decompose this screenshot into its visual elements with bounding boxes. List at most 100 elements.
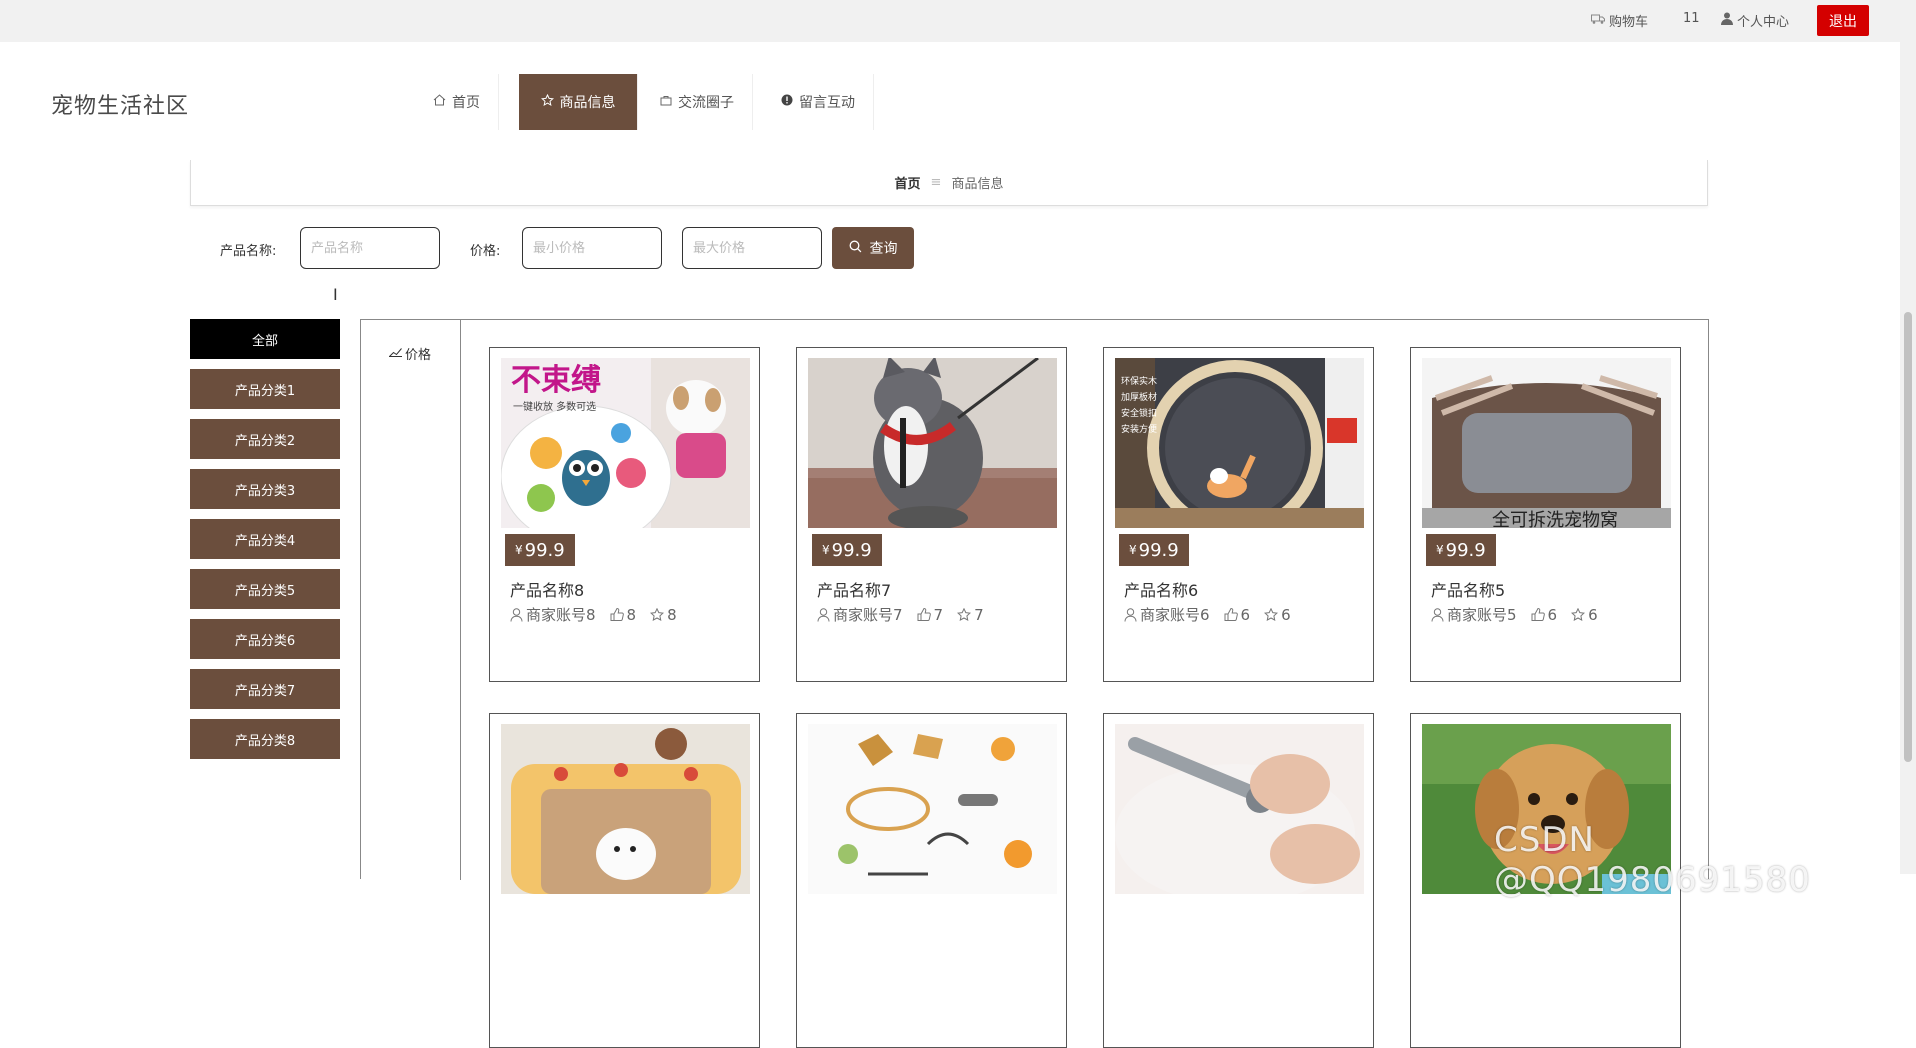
- star-icon: [540, 93, 554, 111]
- price-tag: ¥99.9: [812, 534, 882, 566]
- user-outline-icon: [1431, 607, 1444, 622]
- pet-bed-photo: 全可拆洗宠物窝: [1422, 358, 1671, 528]
- scrollbar-thumb[interactable]: [1904, 312, 1912, 762]
- product-meta: 商家账号6 6 6: [1124, 604, 1291, 625]
- seller: 商家账号6: [1124, 604, 1210, 625]
- product-name[interactable]: 产品名称6: [1124, 577, 1198, 601]
- nav-messages[interactable]: 留言互动: [763, 74, 874, 130]
- nav-home-label: 首页: [452, 95, 480, 111]
- favorites[interactable]: 7: [957, 606, 984, 624]
- price-value: 99.9: [1138, 539, 1179, 561]
- cart-link[interactable]: 购物车: [1591, 11, 1648, 30]
- likes[interactable]: 6: [1224, 606, 1250, 624]
- product-card[interactable]: [489, 713, 760, 1048]
- nav-products[interactable]: 商品信息: [519, 74, 638, 130]
- product-card[interactable]: 不束缚 一键收放 多数可选 ¥99.9 产品名称8 商家账号8 8 8: [489, 347, 760, 682]
- profile-link[interactable]: 个人中心: [1721, 11, 1789, 30]
- query-button[interactable]: 查询: [832, 227, 914, 269]
- product-meta: 商家账号7 7 7: [817, 604, 984, 625]
- favs-count: 6: [1281, 605, 1291, 624]
- profile-label: 个人中心: [1737, 15, 1790, 30]
- favs-count: 6: [1588, 605, 1598, 624]
- category-item[interactable]: 产品分类3: [190, 469, 340, 509]
- favorites[interactable]: 6: [1571, 606, 1598, 624]
- top-bar: 购物车 11 个人中心 退出: [0, 0, 1916, 42]
- likes[interactable]: 7: [917, 606, 943, 624]
- svg-text:加厚板材: 加厚板材: [1121, 391, 1157, 403]
- truck-icon: [1591, 13, 1605, 29]
- svg-text:安装方便: 安装方便: [1121, 423, 1157, 435]
- nav-community-label: 交流圈子: [678, 95, 734, 111]
- product-list-panel: 价格 不束缚 一键收放 多数可选 ¥ 99.9 产品名称8 商家账号8 8 8 …: [360, 319, 1709, 1048]
- thumbs-up-icon: [610, 608, 624, 621]
- category-item[interactable]: 产品分类1: [190, 369, 340, 409]
- min-price-input[interactable]: [522, 227, 662, 269]
- product-card[interactable]: [1103, 713, 1374, 1048]
- sort-label: 价格: [405, 348, 432, 363]
- product-name[interactable]: 产品名称7: [817, 577, 891, 601]
- currency-symbol: ¥: [1436, 543, 1444, 557]
- breadcrumb-home[interactable]: 首页: [895, 173, 921, 192]
- watermark: CSDN @QQ1980691580: [1494, 820, 1811, 900]
- product-card[interactable]: ¥99.9 产品名称7 商家账号7 7 7: [796, 347, 1067, 682]
- nav-products-label: 商品信息: [559, 95, 616, 111]
- user-outline-icon: [510, 607, 523, 622]
- favorites[interactable]: 6: [1264, 606, 1291, 624]
- retractable-leash-photo: 不束缚 一键收放 多数可选: [501, 358, 750, 528]
- thumbs-up-icon: [917, 608, 931, 621]
- likes-count: 6: [1547, 605, 1558, 624]
- nav-community[interactable]: 交流圈子: [642, 74, 753, 130]
- price-value: 99.9: [1445, 539, 1486, 561]
- price-tag: ¥99.9: [1119, 534, 1189, 566]
- currency-symbol: ¥: [515, 543, 523, 557]
- category-item[interactable]: 产品分类2: [190, 419, 340, 459]
- product-card[interactable]: 环保实木 加厚板材 安全锁扣 安装方便 ¥99.9 产品名称6 商家账号6 6 …: [1103, 347, 1374, 682]
- leash-sub-text: 一键收放 多数可选: [513, 400, 596, 413]
- thumbs-up-icon: [1531, 608, 1545, 621]
- seller-name: 商家账号7: [833, 606, 903, 624]
- info-icon: [781, 94, 793, 110]
- favorites[interactable]: 8: [650, 606, 677, 624]
- breadcrumb: 首页 ≡ 商品信息: [190, 160, 1708, 206]
- max-price-input[interactable]: [682, 227, 822, 269]
- category-item[interactable]: 产品分类8: [190, 719, 340, 759]
- seller: 商家账号5: [1431, 604, 1517, 625]
- favs-count: 7: [974, 605, 984, 624]
- price-tag: ¥99.9: [1426, 534, 1496, 566]
- likes[interactable]: 8: [610, 606, 636, 624]
- nav-home[interactable]: 首页: [415, 74, 499, 130]
- product-name-input[interactable]: [300, 227, 440, 269]
- product-card[interactable]: [796, 713, 1067, 1048]
- seller: 商家账号7: [817, 604, 903, 625]
- svg-text:环保实木: 环保实木: [1121, 375, 1157, 387]
- currency-symbol: ¥: [1129, 543, 1137, 557]
- category-all[interactable]: 全部: [190, 319, 340, 359]
- search-form: 产品名称: 价格: 查询: [0, 227, 1916, 269]
- category-item[interactable]: 产品分类7: [190, 669, 340, 709]
- product-card[interactable]: 全可拆洗宠物窝 ¥99.9 产品名称5 商家账号5 6 6: [1410, 347, 1681, 682]
- product-name[interactable]: 产品名称8: [510, 577, 584, 601]
- category-item[interactable]: 产品分类4: [190, 519, 340, 559]
- text-cursor-icon: I: [333, 285, 338, 304]
- star-outline-icon: [1571, 608, 1586, 621]
- category-item[interactable]: 产品分类5: [190, 569, 340, 609]
- product-meta: 商家账号5 6 6: [1431, 604, 1598, 625]
- logout-button[interactable]: 退出: [1817, 5, 1869, 36]
- query-label: 查询: [869, 241, 898, 257]
- star-outline-icon: [957, 608, 972, 621]
- cart-count: 11: [1683, 11, 1700, 26]
- likes[interactable]: 6: [1531, 605, 1558, 624]
- cart-label: 购物车: [1609, 15, 1649, 30]
- star-outline-icon: [1264, 608, 1279, 621]
- bag-icon: [660, 94, 672, 110]
- nav-messages-label: 留言互动: [799, 95, 855, 111]
- price-tag: ¥99.9: [505, 534, 575, 566]
- seller-name: 商家账号6: [1140, 606, 1210, 624]
- nail-clipper-photo: [1115, 724, 1364, 894]
- trend-icon: [389, 346, 402, 361]
- product-name[interactable]: 产品名称5: [1431, 577, 1505, 601]
- sort-by-price[interactable]: 价格: [389, 344, 431, 363]
- page-scrollbar[interactable]: [1900, 42, 1916, 874]
- category-item[interactable]: 产品分类6: [190, 619, 340, 659]
- price-value: 99.9: [524, 539, 565, 561]
